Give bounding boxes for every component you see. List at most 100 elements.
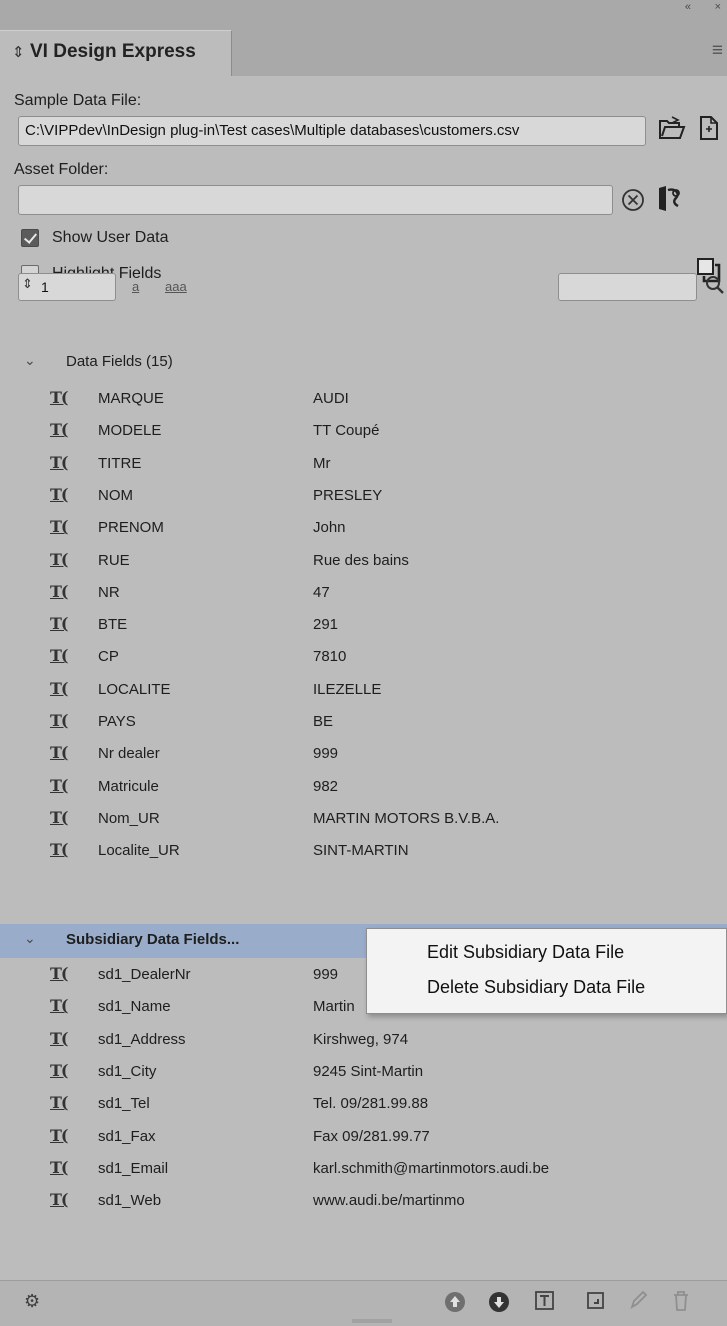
field-name: Nr dealer [98,745,160,763]
text-field-icon: T( [50,614,69,634]
show-user-data-checkbox[interactable] [21,229,39,247]
field-row[interactable]: T(Nom_UR MARTIN MOTORS B.V.B.A. [0,802,727,836]
field-row[interactable]: T(sd1_City 9245 Sint-Martin [0,1055,727,1089]
browse-asset-folder-icon[interactable] [656,184,686,219]
field-name: NR [98,583,120,601]
next-record-icon[interactable] [488,1291,510,1318]
field-value: MARTIN MOTORS B.V.B.A. [313,809,500,827]
text-field-icon: T( [50,549,69,569]
case-single-button[interactable]: a [132,279,139,294]
field-row[interactable]: T(PAYS BE [0,705,727,739]
field-value: John [313,519,346,537]
field-name: sd1_DealerNr [98,966,191,983]
field-value: Tel. 09/281.99.88 [313,1095,429,1113]
field-value: 7810 [313,648,347,666]
field-row[interactable]: T(TITRE Mr [0,447,727,481]
subsidiary-fields-header-label: Subsidiary Data Fields... [66,931,240,948]
panel-menu-icon[interactable]: ≡ [712,40,723,62]
data-fields-header[interactable]: ⌄ Data Fields (15) [0,346,727,380]
field-row[interactable]: T(MARQUE AUDI [0,382,727,416]
trash-icon[interactable] [670,1289,692,1318]
text-field-icon: T( [50,711,69,730]
field-name: sd1_Address [98,1030,186,1048]
field-name: sd1_Fax [98,1127,156,1145]
text-field-icon: T( [50,775,69,795]
field-row[interactable]: T( sd1_Email karl.schmith@martinmotors.aud… [0,1152,727,1186]
text-field-icon: T( [50,388,69,407]
field-row[interactable]: T( NR 47 [0,576,727,610]
field-name: MODELE [98,422,162,440]
field-name: sd1_Tel [98,1095,150,1113]
edit-subsidiary-menu-item[interactable]: Edit Subsidiary Data File [427,942,624,963]
field-row[interactable]: T(Matricule 982 [0,770,727,804]
previous-record-icon[interactable] [444,1291,466,1318]
chevron-down-icon[interactable]: ⌄ [24,352,36,369]
field-name: LOCALITE [98,680,171,698]
field-name: PRENOM [98,519,164,537]
text-field-icon: T( [50,678,69,698]
field-row[interactable]: T( PRENOM John [0,511,727,545]
new-document-icon[interactable] [697,114,721,147]
field-value: 291 [313,616,339,634]
text-field-icon: T( [50,646,69,666]
field-name: sd1_City [98,1062,157,1080]
field-name: NOM [98,486,133,504]
close-panel-icon[interactable]: × [715,0,721,14]
data-fields-header-label: Data Fields (15) [66,353,173,370]
field-row[interactable]: T( BTE 291 [0,608,727,642]
field-value: Martin [313,998,355,1016]
open-folder-icon[interactable] [658,116,686,147]
search-input[interactable] [558,273,697,301]
case-multiple-button[interactable]: aaa [165,279,187,294]
clear-circle-x-icon[interactable] [620,187,646,218]
panel-title: VI Design Express [30,41,196,62]
text-field-icon: T( [50,581,69,601]
tab-vi-design-express[interactable]: ⇕ VI Design Express [0,30,232,76]
resize-grip[interactable] [352,1319,392,1323]
field-name: Nom_UR [98,809,160,827]
field-row[interactable]: T(sd1_Tel Tel. 09/281.99.88 [0,1087,727,1121]
field-name: CP [98,648,119,666]
field-name: Matricule [98,777,159,795]
text-field-icon: T( [50,1125,69,1145]
field-value: 47 [313,583,330,601]
field-row[interactable]: T(MODELE TT Coupé [0,414,727,448]
field-name: sd1_Email [98,1159,169,1177]
sample-data-path-field[interactable]: C:\VIPPdev\InDesign plug-in\Test cases\M… [18,116,646,146]
text-field-icon: T( [50,1190,69,1210]
delete-subsidiary-menu-item[interactable]: Delete Subsidiary Data File [427,977,645,998]
text-field-icon: T( [50,484,69,504]
search-icon[interactable] [704,274,726,301]
field-row[interactable]: T(LOCALITE ILEZELLE [0,673,727,707]
panel-tab-row: ⇕ VI Design Express ≡ [0,14,727,76]
field-value: TT Coupé [313,422,380,440]
field-row[interactable]: T(Nr dealer 999 [0,737,727,771]
field-row[interactable]: T(Localite_UR SINT-MARTIN [0,834,727,868]
field-name: Localite_UR [98,842,180,860]
record-stepper-arrows-icon[interactable]: ⇕ [22,276,33,292]
field-row[interactable]: T(sd1_Fax Fax 09/281.99.77 [0,1120,727,1154]
field-name: RUE [98,551,130,569]
field-value: www.audi.be/martinmo [313,1192,465,1210]
asset-folder-field[interactable] [18,185,613,215]
field-name: BTE [98,616,128,634]
field-value: 999 [313,966,339,983]
settings-gear-icon[interactable]: ⚙ [24,1291,40,1312]
text-field-icon: T( [50,840,69,860]
text-field-icon: T( [50,1060,69,1080]
collapse-panel-icon[interactable]: « [685,0,691,14]
text-field-icon: T( [50,517,69,537]
field-value: karl.schmith@martinmotors.audi.be [313,1159,550,1177]
edit-pencil-icon[interactable] [628,1289,648,1316]
field-value: BE [313,713,334,730]
insert-image-field-icon[interactable] [586,1291,606,1316]
field-row[interactable]: T(sd1_Web www.audi.be/martinmo [0,1184,727,1218]
field-row[interactable]: T(NOM PRESLEY [0,479,727,513]
panel-top-bar: « × [0,0,727,15]
field-row[interactable]: T( CP 7810 [0,640,727,674]
field-row[interactable]: T(sd1_Address Kirshweg, 974 [0,1023,727,1057]
insert-text-field-icon[interactable] [534,1289,556,1318]
field-row[interactable]: T(RUE Rue des bains [0,544,727,578]
chevron-down-icon[interactable]: ⌄ [24,930,36,947]
text-field-icon: T( [50,1157,69,1177]
